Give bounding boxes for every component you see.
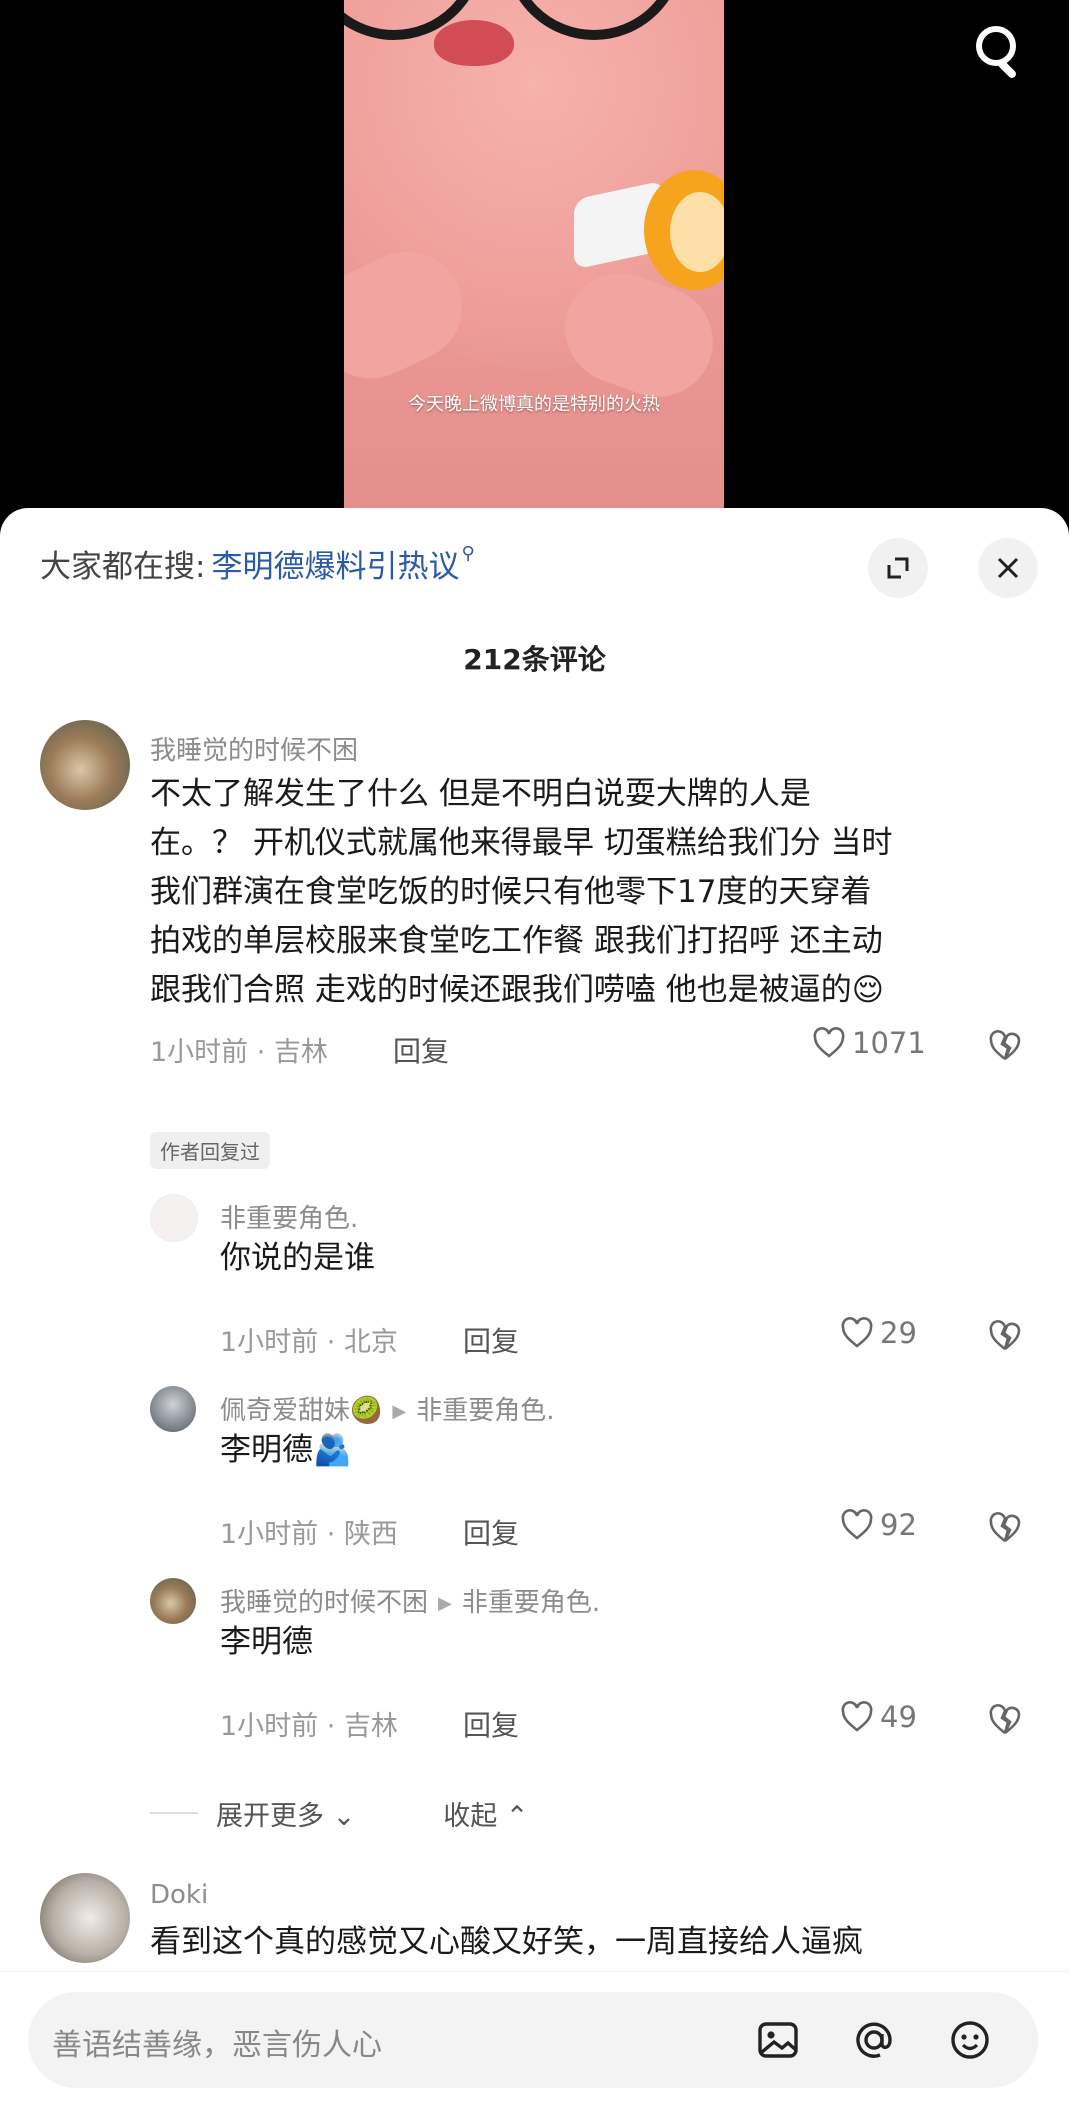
like-count: 92: [880, 1508, 917, 1542]
reply-button[interactable]: 回复: [463, 1704, 519, 1744]
reply-text: 李明德🫂: [220, 1432, 352, 1468]
avatar[interactable]: [40, 1873, 130, 1963]
like-button[interactable]: 1071: [812, 1026, 926, 1060]
comment-count: 212条评论: [463, 643, 606, 676]
like-button[interactable]: 29: [840, 1316, 917, 1350]
reply-username[interactable]: 佩奇爱甜妹🥝 ▶ 非重要角色.: [220, 1390, 554, 1427]
video-caption: 今天晚上微博真的是特别的火热: [408, 394, 660, 415]
video-frame[interactable]: 今天晚上微博真的是特别的火热: [344, 0, 724, 520]
comment-text-line: 拍戏的单层校服来食堂吃工作餐 跟我们打招呼 还主动: [150, 923, 883, 959]
avatar[interactable]: [150, 1578, 196, 1624]
close-button[interactable]: [978, 538, 1038, 598]
comment-username[interactable]: Doki: [150, 1880, 208, 1910]
comment-text-line: 在。？ 开机仪式就属他来得最早 切蛋糕给我们分 当时: [150, 825, 893, 861]
reply-meta: 1小时前 · 北京: [220, 1327, 398, 1358]
comment-meta: 1小时前 · 吉林: [150, 1037, 328, 1068]
heart-icon: [841, 1317, 873, 1348]
reply-username[interactable]: 我睡觉的时候不困 ▶ 非重要角色.: [220, 1582, 600, 1619]
hot-search-row: 大家都在搜: 李明德爆料引热议 ⚲: [40, 538, 475, 588]
broken-heart-icon[interactable]: [988, 1704, 1022, 1736]
comment-text-line: 我们群演在食堂吃饭的时候只有他零下17度的天穿着: [150, 874, 872, 910]
like-button[interactable]: 49: [840, 1700, 917, 1734]
reply-button[interactable]: 回复: [463, 1320, 519, 1360]
reply-button[interactable]: 回复: [463, 1512, 519, 1552]
comment-text-line: 跟我们合照 走戏的时候还跟我们唠嗑 他也是被逼的😌: [150, 972, 885, 1008]
broken-heart-icon[interactable]: [988, 1512, 1022, 1544]
reply-username[interactable]: 非重要角色.: [220, 1198, 358, 1235]
avatar[interactable]: [150, 1386, 196, 1432]
comment-input[interactable]: 善语结善缘，恶言伤人心: [28, 1992, 1038, 2088]
hot-search-label: 大家都在搜:: [40, 548, 206, 585]
broken-heart-icon[interactable]: [988, 1030, 1022, 1062]
hot-search-link[interactable]: 李明德爆料引热议: [211, 541, 459, 586]
comment-text-line: 看到这个真的感觉又心酸又好笑，一周直接给人逼疯: [150, 1924, 863, 1960]
at-icon[interactable]: [850, 2016, 898, 2064]
close-icon: [997, 557, 1019, 579]
expand-button[interactable]: [868, 538, 928, 598]
thread-actions: 展开更多 ⌄ 收起 ⌃: [150, 1788, 528, 1838]
like-button[interactable]: 92: [840, 1508, 917, 1542]
broken-heart-icon[interactable]: [988, 1320, 1022, 1352]
expand-more-button[interactable]: 展开更多 ⌄: [216, 1794, 355, 1833]
like-count: 49: [880, 1700, 917, 1734]
megaphone-illustration: [574, 170, 724, 290]
reply-button[interactable]: 回复: [393, 1030, 449, 1070]
like-count: 29: [880, 1316, 917, 1350]
like-count: 1071: [852, 1026, 926, 1060]
comment-sheet: 大家都在搜: 李明德爆料引热议 ⚲ 212条评论 我睡觉的时候不困 不太了解发生…: [0, 508, 1069, 2113]
video-player[interactable]: 今天晚上微博真的是特别的火热: [0, 0, 1069, 520]
reply-meta: 1小时前 · 陕西: [220, 1519, 398, 1550]
search-icon[interactable]: [970, 18, 1030, 80]
image-icon[interactable]: [754, 2016, 802, 2064]
collapse-button[interactable]: 收起 ⌃: [443, 1794, 528, 1833]
comment-text-line: 不太了解发生了什么 但是不明白说耍大牌的人是: [150, 776, 811, 812]
heart-icon: [841, 1701, 873, 1732]
heart-icon: [841, 1509, 873, 1540]
comment-input-placeholder: 善语结善缘，恶言伤人心: [52, 2028, 382, 2063]
reply-meta: 1小时前 · 吉林: [220, 1711, 398, 1742]
reply-text: 李明德: [220, 1624, 313, 1660]
avatar[interactable]: [150, 1194, 198, 1242]
comment-input-bar: 善语结善缘，恶言伤人心: [0, 1971, 1069, 2113]
reply-arrow-icon: ▶: [392, 1401, 407, 1422]
heart-icon: [813, 1027, 845, 1058]
avatar[interactable]: [40, 720, 130, 810]
search-small-icon: ⚲: [461, 542, 475, 564]
comment-username[interactable]: 我睡觉的时候不困: [150, 730, 358, 767]
emoji-icon[interactable]: [946, 2016, 994, 2064]
reply-text: 你说的是谁: [220, 1240, 375, 1276]
reply-arrow-icon: ▶: [438, 1593, 452, 1614]
expand-icon: [887, 557, 909, 579]
author-replied-badge: 作者回复过: [150, 1132, 270, 1169]
